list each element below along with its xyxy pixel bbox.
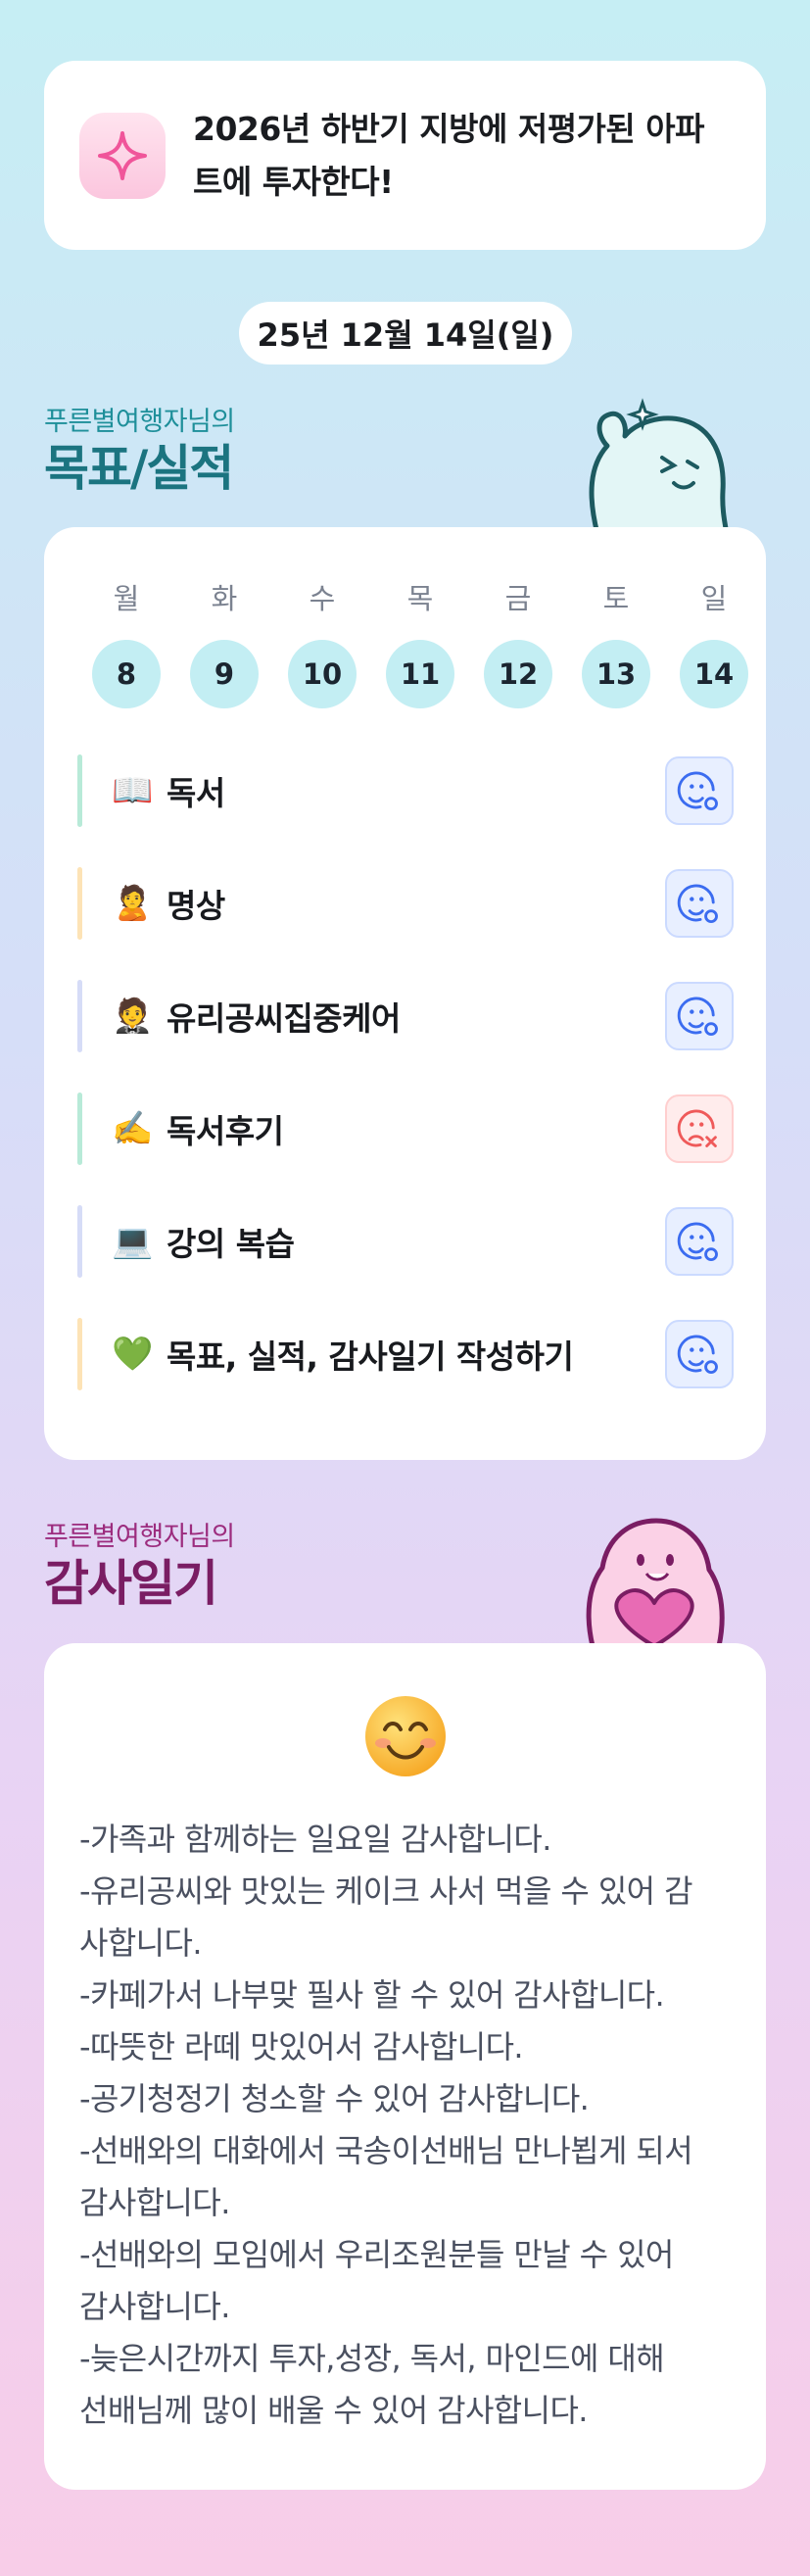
- day-button[interactable]: 14: [680, 640, 748, 708]
- gratitude-line: 선배님께 많이 배울 수 있어 감사합니다.: [79, 2392, 588, 2429]
- sparkle-icon: [79, 112, 166, 199]
- task-color-bar: [77, 1093, 82, 1165]
- day-button[interactable]: 9: [190, 640, 259, 708]
- status-done-button[interactable]: [665, 1207, 734, 1276]
- status-not-done-button[interactable]: [665, 1094, 734, 1163]
- task-color-bar: [77, 754, 82, 827]
- day-button[interactable]: 11: [386, 640, 454, 708]
- task-item: ✍️ 독서후기: [77, 1093, 734, 1165]
- weekday-label: 목: [406, 582, 434, 615]
- gratitude-line: 감사합니다.: [79, 2184, 230, 2221]
- gratitude-line: -늦은시간까지 투자,성장, 독서, 마인드에 대해: [79, 2340, 665, 2377]
- smile-check-icon: [677, 1335, 718, 1375]
- weekday-label: 토: [602, 582, 630, 615]
- task-color-bar: [77, 1318, 82, 1390]
- waving-mascot-icon: [568, 397, 735, 538]
- weekday-header: 월 화 수 목 금 토 일: [77, 576, 763, 617]
- book-emoji-icon: 📖: [112, 771, 154, 810]
- task-label: 강의 복습: [167, 1225, 295, 1263]
- task-item: 🙎 명상: [77, 867, 734, 940]
- day-button[interactable]: 10: [288, 640, 357, 708]
- status-done-button[interactable]: [665, 1320, 734, 1388]
- gratitude-card: -가족과 함께하는 일요일 감사합니다. -유리공씨와 맛있는 케이크 사서 먹…: [44, 1643, 766, 2490]
- gratitude-line: -공기청정기 청소할 수 있어 감사합니다.: [79, 2080, 590, 2117]
- smile-check-icon: [677, 884, 718, 924]
- smiling-face-icon: [363, 1694, 448, 1782]
- heart-mascot-icon: [568, 1509, 735, 1650]
- weekday-label: 수: [309, 582, 336, 615]
- weekday-label: 월: [113, 582, 140, 615]
- task-label: 유리공씨집중케어: [167, 999, 401, 1038]
- weekday-label: 화: [211, 582, 238, 615]
- gratitude-line: -선배와의 대화에서 국송이선배님 만나뵙게 되서: [79, 2132, 693, 2169]
- task-item: 📖 독서: [77, 754, 734, 827]
- weekday-label: 일: [700, 582, 728, 615]
- person-emoji-icon: 🙎: [112, 884, 154, 923]
- day-button[interactable]: 13: [582, 640, 650, 708]
- task-item: 🤵 유리공씨집중케어: [77, 980, 734, 1052]
- task-color-bar: [77, 1205, 82, 1278]
- task-color-bar: [77, 867, 82, 940]
- task-item: 💚 목표, 실적, 감사일기 작성하기: [77, 1318, 734, 1390]
- goal-card: 2026년 하반기 지방에 저평가된 아파트에 투자한다!: [44, 61, 766, 250]
- task-color-bar: [77, 980, 82, 1052]
- date-pill[interactable]: 25년 12월 14일(일): [239, 302, 572, 365]
- goals-title: 목표/실적: [44, 440, 234, 497]
- status-done-button[interactable]: [665, 869, 734, 938]
- gratitude-line: -카페가서 나부맞 필사 할 수 있어 감사합니다.: [79, 1976, 665, 2014]
- gratitude-line: 사합니다.: [79, 1924, 203, 1962]
- status-done-button[interactable]: [665, 756, 734, 825]
- task-item: 💻 강의 복습: [77, 1205, 734, 1278]
- day-button[interactable]: 12: [484, 640, 552, 708]
- goal-text: 2026년 하반기 지방에 저평가된 아파트에 투자한다!: [193, 109, 704, 201]
- gratitude-line: -가족과 함께하는 일요일 감사합니다.: [79, 1821, 551, 1858]
- task-label: 독서: [167, 774, 225, 812]
- gratitude-line: 감사합니다.: [79, 2288, 230, 2325]
- groom-emoji-icon: 🤵: [112, 996, 154, 1036]
- smile-check-icon: [677, 1222, 718, 1262]
- smile-check-icon: [677, 996, 718, 1037]
- gratitude-text: -가족과 함께하는 일요일 감사합니다. -유리공씨와 맛있는 케이크 사서 먹…: [79, 1814, 736, 2437]
- week-day-selector: 8 9 10 11 12 13 14: [77, 640, 763, 708]
- task-label: 독서후기: [167, 1112, 284, 1150]
- frown-x-icon: [677, 1109, 717, 1147]
- task-label: 목표, 실적, 감사일기 작성하기: [167, 1337, 574, 1376]
- smile-check-icon: [677, 771, 718, 811]
- status-done-button[interactable]: [665, 982, 734, 1050]
- gratitude-line: -유리공씨와 맛있는 케이크 사서 먹을 수 있어 감: [79, 1872, 693, 1910]
- green-heart-emoji-icon: 💚: [112, 1335, 154, 1374]
- writing-hand-emoji-icon: ✍️: [112, 1109, 154, 1148]
- task-label: 명상: [167, 887, 225, 925]
- gratitude-title: 감사일기: [44, 1555, 218, 1612]
- gratitude-line: -선배와의 모임에서 우리조원분들 만날 수 있어: [79, 2236, 674, 2273]
- weekday-label: 금: [504, 582, 532, 615]
- day-button[interactable]: 8: [92, 640, 161, 708]
- gratitude-line: -따뜻한 라떼 맛있어서 감사합니다.: [79, 2028, 524, 2066]
- laptop-emoji-icon: 💻: [112, 1222, 154, 1261]
- goals-card: 월 화 수 목 금 토 일 8 9 10 11 12 13 14 📖 독서 🙎 …: [44, 527, 766, 1460]
